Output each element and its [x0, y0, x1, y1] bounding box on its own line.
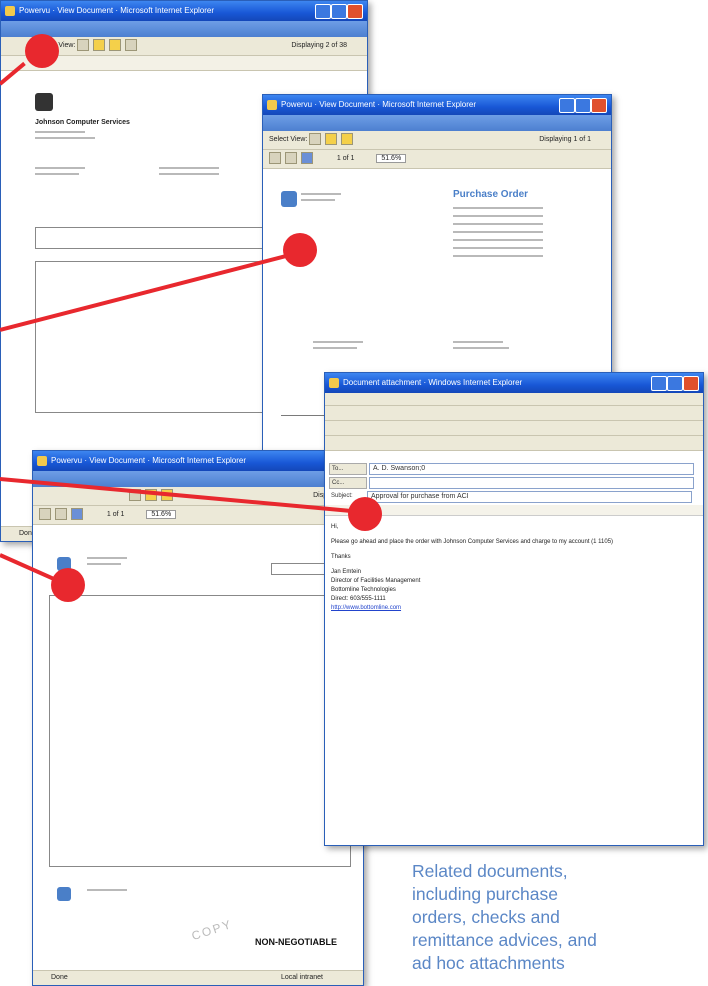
minimize-button[interactable]	[315, 4, 331, 19]
cc-button[interactable]: Cc...	[329, 477, 367, 489]
remittance-company: Johnson Computer Services	[35, 119, 130, 126]
to-button[interactable]: To...	[329, 463, 367, 475]
check-detail-table	[49, 595, 351, 867]
po-logo-icon	[281, 191, 297, 207]
to-field[interactable]: A. D. Swanson;0	[368, 463, 694, 475]
sig-name: Jan Emtein	[331, 569, 362, 575]
minimize-button[interactable]	[559, 98, 575, 113]
email-window: Document attachment · Windows Internet E…	[324, 372, 704, 846]
check-document: COPY NON-NEGOTIABLE	[41, 543, 357, 953]
callout-dot-1	[25, 34, 59, 68]
po-viewer-toolbar: 1 of 1 51.6%	[263, 150, 611, 169]
page-icon[interactable]	[309, 133, 322, 146]
remittance-summary-table	[35, 227, 267, 249]
remittance-titlebar[interactable]: Powervu · View Document · Microsoft Inte…	[1, 1, 367, 21]
email-toolbar-3	[325, 436, 703, 451]
close-button[interactable]	[683, 376, 699, 391]
close-button[interactable]	[591, 98, 607, 113]
email-thanks: Thanks	[331, 554, 351, 560]
check-non-negotiable: NON-NEGOTIABLE	[255, 937, 337, 947]
check-stub-logo-icon	[57, 887, 71, 901]
email-greeting: Hi,	[331, 524, 339, 530]
to-row: To... A. D. Swanson;0	[329, 463, 694, 475]
remittance-subbar	[1, 21, 367, 37]
print-icon[interactable]	[269, 152, 281, 165]
folder-icon[interactable]	[325, 133, 338, 146]
caption-text: Related documents, including purchase or…	[412, 861, 597, 973]
callout-dot-3	[348, 497, 382, 531]
sig-company: Bottomline Technologies	[331, 587, 396, 593]
email-body[interactable]: Hi, Please go ahead and place the order …	[331, 523, 691, 613]
check-window-title: Powervu · View Document · Microsoft Inte…	[51, 456, 247, 465]
po-heading: Purchase Order	[453, 189, 529, 200]
maximize-button[interactable]	[575, 98, 591, 113]
email-titlebar[interactable]: Document attachment · Windows Internet E…	[325, 373, 703, 393]
remittance-displaying: Displaying 2 of 38	[291, 42, 347, 49]
email-toolbar-2	[325, 421, 703, 436]
po-zoom-value[interactable]: 51.6%	[376, 154, 407, 163]
check-zoom-value[interactable]: 51.6%	[146, 510, 177, 519]
remittance-window-title: Powervu · View Document · Microsoft Inte…	[19, 6, 215, 15]
check-window: Powervu · View Document · Microsoft Inte…	[32, 450, 364, 986]
po-subbar	[263, 115, 611, 131]
app-icon	[37, 456, 47, 466]
maximize-button[interactable]	[331, 4, 347, 19]
hand-icon[interactable]	[300, 152, 313, 165]
save-icon[interactable]	[54, 508, 67, 521]
email-menubar	[325, 393, 703, 406]
sig-title: Director of Facilities Management	[331, 578, 421, 584]
star-icon[interactable]	[109, 39, 122, 52]
email-toolbar-1	[325, 406, 703, 421]
subject-row: Subject: Approval for purchase from ACI	[329, 491, 692, 503]
check-copy-watermark: COPY	[189, 916, 235, 944]
save-icon[interactable]	[284, 152, 297, 165]
print-icon[interactable]	[125, 39, 138, 52]
email-window-title: Document attachment · Windows Internet E…	[343, 378, 523, 387]
maximize-button[interactable]	[667, 376, 683, 391]
app-icon	[267, 100, 277, 110]
po-displaying: Displaying 1 of 1	[539, 136, 591, 143]
page-icon[interactable]	[77, 39, 90, 52]
sig-phone: Direct: 603/555-1111	[331, 596, 386, 602]
email-message: Please go ahead and place the order with…	[331, 539, 614, 545]
callout-dot-4	[51, 568, 85, 602]
remittance-detail-table	[35, 261, 267, 413]
cc-field[interactable]	[368, 477, 694, 489]
callout-dot-2	[283, 233, 317, 267]
app-icon	[5, 6, 15, 16]
check-titlebar[interactable]: Powervu · View Document · Microsoft Inte…	[33, 451, 363, 471]
sig-url-link[interactable]: http://www.bottomline.com	[331, 605, 401, 611]
subject-field[interactable]: Approval for purchase from ACI	[366, 491, 692, 503]
folder-icon[interactable]	[93, 39, 106, 52]
app-icon	[329, 378, 339, 388]
company-logo-icon	[35, 93, 53, 111]
po-page-indicator: 1 of 1	[336, 155, 355, 162]
po-window-title: Powervu · View Document · Microsoft Inte…	[281, 100, 477, 109]
minimize-button[interactable]	[651, 376, 667, 391]
cc-row: Cc...	[329, 477, 694, 489]
close-button[interactable]	[347, 4, 363, 19]
print-icon[interactable]	[39, 508, 51, 521]
po-toolbar: Select View: Displaying 1 of 1	[263, 131, 611, 150]
po-titlebar[interactable]: Powervu · View Document · Microsoft Inte…	[263, 95, 611, 115]
select-view-label: Select View:	[269, 136, 308, 143]
hand-icon[interactable]	[70, 508, 83, 521]
check-page-indicator: 1 of 1	[106, 511, 125, 518]
star-icon[interactable]	[341, 133, 354, 146]
